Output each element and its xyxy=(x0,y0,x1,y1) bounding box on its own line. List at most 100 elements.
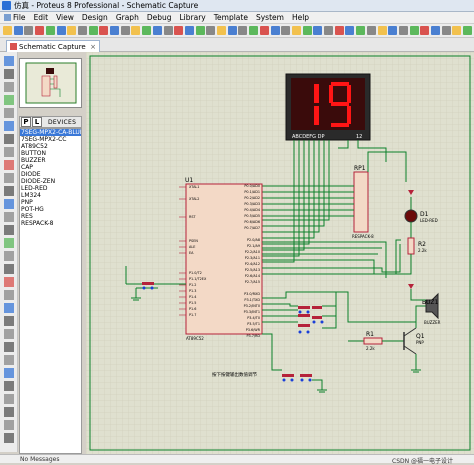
device-item[interactable]: PNP xyxy=(20,199,81,206)
mode-tool-icon[interactable] xyxy=(4,290,14,300)
mode-tool-icon[interactable] xyxy=(4,407,14,417)
toolbar-button-icon[interactable] xyxy=(259,26,269,35)
menu-file[interactable]: File xyxy=(0,13,30,22)
toolbar-button-icon[interactable] xyxy=(152,26,162,35)
toolbar-button-icon[interactable] xyxy=(409,26,419,35)
toolbar-button-icon[interactable] xyxy=(163,26,173,35)
mode-tool-icon[interactable] xyxy=(4,433,14,443)
menu-tool[interactable]: Design xyxy=(78,13,112,22)
toolbar-button-icon[interactable] xyxy=(398,26,408,35)
toolbar-button-icon[interactable] xyxy=(142,26,152,35)
toolbar-button-icon[interactable] xyxy=(195,26,205,35)
toolbar-button-icon[interactable] xyxy=(88,26,98,35)
toolbar-button-icon[interactable] xyxy=(45,26,55,35)
mode-tool-icon[interactable] xyxy=(4,277,14,287)
toolbar-button-icon[interactable] xyxy=(99,26,109,35)
device-item[interactable]: 7SEG-MPX2-CA-BLUE xyxy=(20,129,81,136)
device-item[interactable]: BUTTON xyxy=(20,150,81,157)
toolbar-button-icon[interactable] xyxy=(270,26,280,35)
mode-tool-icon[interactable] xyxy=(4,147,14,157)
toolbar-button-icon[interactable] xyxy=(184,26,194,35)
menu-view[interactable]: View xyxy=(52,13,78,22)
mode-tool-icon[interactable] xyxy=(4,212,14,222)
toolbar-button-icon[interactable] xyxy=(431,26,440,35)
toolbar-button-icon[interactable] xyxy=(345,26,355,35)
toolbar-button-icon[interactable] xyxy=(291,26,301,35)
device-item[interactable]: AT89C52 xyxy=(20,143,81,150)
overview-window[interactable] xyxy=(19,58,82,108)
toolbar-button-icon[interactable] xyxy=(441,26,451,35)
mode-tool-icon[interactable] xyxy=(4,251,14,261)
toolbar-button-icon[interactable] xyxy=(302,26,312,35)
toolbar-button-icon[interactable] xyxy=(249,26,259,35)
toolbar-button-icon[interactable] xyxy=(377,26,387,35)
device-item[interactable]: BUZZER xyxy=(20,157,81,164)
tab-schematic-capture[interactable]: Schematic Capture × xyxy=(6,40,100,52)
toolbar-button-icon[interactable] xyxy=(463,26,473,35)
mode-tool-icon[interactable] xyxy=(4,95,14,105)
toolbar-button-icon[interactable] xyxy=(35,26,45,35)
menu-graph[interactable]: Debug xyxy=(143,13,176,22)
toolbar-button-icon[interactable] xyxy=(56,26,66,35)
toolbar-button-icon[interactable] xyxy=(420,26,430,35)
mode-tool-icon[interactable] xyxy=(4,134,14,144)
toolbar-button-icon[interactable] xyxy=(206,26,216,35)
menu-template[interactable]: System xyxy=(252,13,288,22)
mode-tool-icon[interactable] xyxy=(4,186,14,196)
device-item[interactable]: 7SEG-MPX2-CC xyxy=(20,136,81,143)
mode-tool-icon[interactable] xyxy=(4,173,14,183)
menu-debug[interactable]: Library xyxy=(176,13,210,22)
toolbar-button-icon[interactable] xyxy=(110,26,119,35)
device-item[interactable]: DIODE-ZEN xyxy=(20,178,81,185)
menu-design[interactable]: Graph xyxy=(112,13,143,22)
menu-library[interactable]: Template xyxy=(210,13,252,22)
toolbar-button-icon[interactable] xyxy=(452,26,462,35)
mode-tool-icon[interactable] xyxy=(4,69,14,79)
mode-tool-icon[interactable] xyxy=(4,225,14,235)
toolbar-button-icon[interactable] xyxy=(3,26,12,35)
seven-segment-display[interactable]: ABCDEFG DP 12 xyxy=(285,73,371,141)
menu-system[interactable]: Help xyxy=(288,13,313,22)
toolbar-button-icon[interactable] xyxy=(217,26,226,35)
toolbar-button-icon[interactable] xyxy=(77,26,87,35)
toolbar-button-icon[interactable] xyxy=(13,26,23,35)
toolbar-button-icon[interactable] xyxy=(238,26,248,35)
mode-tool-icon[interactable] xyxy=(4,160,14,170)
pick-devices-button[interactable]: P xyxy=(21,117,31,127)
mode-tool-icon[interactable] xyxy=(4,121,14,131)
device-item[interactable]: LED-RED xyxy=(20,185,81,192)
toolbar-button-icon[interactable] xyxy=(324,26,333,35)
toolbar-button-icon[interactable] xyxy=(388,26,398,35)
mode-tool-icon[interactable] xyxy=(4,264,14,274)
u1-microcontroller[interactable]: U1 XTAL1 XTAL2 RST PSEN ALE EA P1.0/T2 P1.1/T2E… xyxy=(179,177,263,341)
device-item[interactable]: LM324 xyxy=(20,192,81,199)
mode-tool-icon[interactable] xyxy=(4,303,14,313)
close-icon[interactable]: × xyxy=(90,43,96,51)
mode-tool-icon[interactable] xyxy=(4,56,14,66)
mode-tool-icon[interactable] xyxy=(4,108,14,118)
mode-tool-icon[interactable] xyxy=(4,420,14,430)
mode-tool-icon[interactable] xyxy=(4,316,14,326)
device-item[interactable]: RESPACK-8 xyxy=(20,220,81,227)
mode-tool-icon[interactable] xyxy=(4,381,14,391)
toolbar-button-icon[interactable] xyxy=(24,26,34,35)
toolbar-button-icon[interactable] xyxy=(174,26,184,35)
toolbar-button-icon[interactable] xyxy=(366,26,376,35)
toolbar-button-icon[interactable] xyxy=(131,26,141,35)
toolbar-button-icon[interactable] xyxy=(281,26,291,35)
device-item[interactable]: CAP xyxy=(20,164,81,171)
mode-tool-icon[interactable] xyxy=(4,355,14,365)
toolbar-button-icon[interactable] xyxy=(356,26,366,35)
mode-tool-icon[interactable] xyxy=(4,394,14,404)
toolbar-button-icon[interactable] xyxy=(313,26,323,35)
mode-tool-icon[interactable] xyxy=(4,329,14,339)
menu-edit[interactable]: Edit xyxy=(30,13,53,22)
mode-tool-icon[interactable] xyxy=(4,342,14,352)
device-item[interactable]: RES xyxy=(20,213,81,220)
toolbar-button-icon[interactable] xyxy=(227,26,237,35)
toolbar-button-icon[interactable] xyxy=(334,26,344,35)
schematic-canvas[interactable]: ABCDEFG DP 12 RP1 RESPACK-8 U1 XTAL1 XTAL… xyxy=(86,52,474,454)
device-item[interactable]: POT-HG xyxy=(20,206,81,213)
toolbar-button-icon[interactable] xyxy=(120,26,130,35)
library-manager-button[interactable]: L xyxy=(32,117,42,127)
